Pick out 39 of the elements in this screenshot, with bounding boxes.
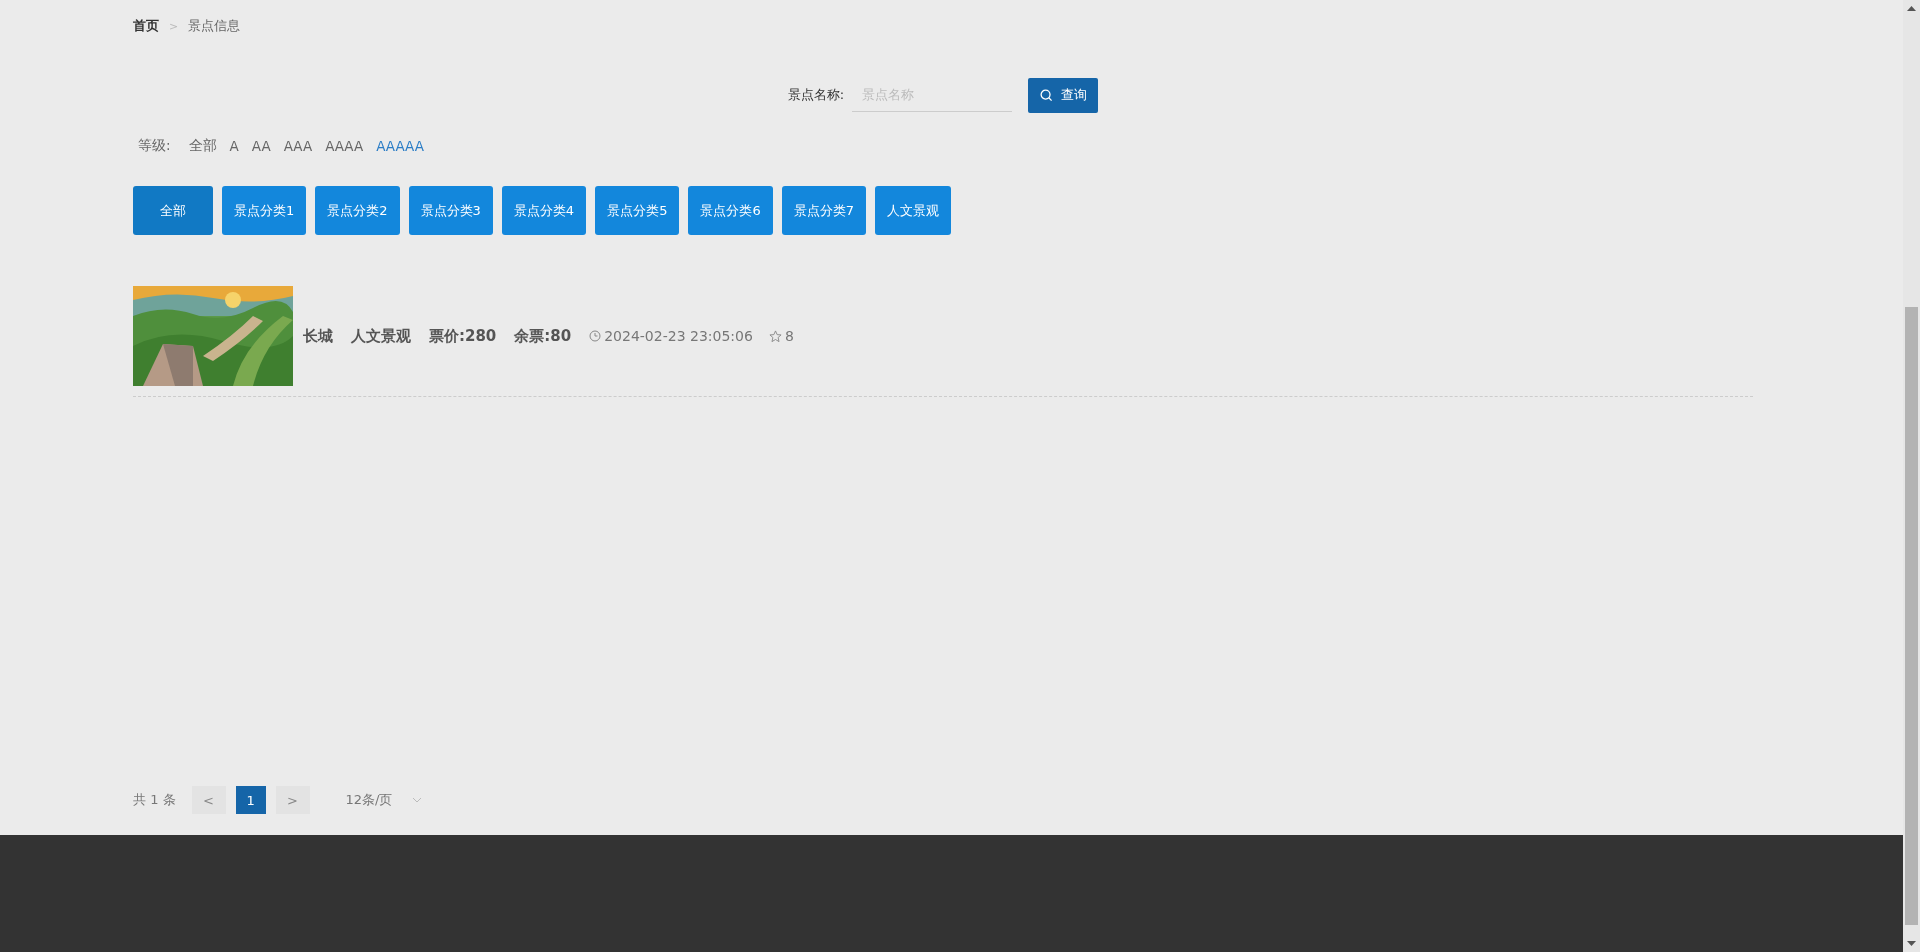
scroll-down-icon[interactable] [1907, 941, 1916, 946]
item-price: 票价:280 [429, 326, 497, 346]
scroll-up-icon[interactable] [1907, 6, 1916, 11]
category-button[interactable]: 全部 [133, 186, 213, 235]
category-button[interactable]: 景点分类2 [315, 186, 400, 235]
level-option[interactable]: AAA [283, 138, 313, 154]
category-button[interactable]: 景点分类5 [595, 186, 680, 235]
category-button[interactable]: 景点分类6 [688, 186, 773, 235]
level-option[interactable]: AAAAA [376, 138, 424, 154]
level-option[interactable]: A [229, 138, 239, 154]
page-button[interactable]: 1 [235, 786, 266, 814]
clock-icon [589, 330, 602, 342]
prev-page-button[interactable]: < [191, 786, 226, 814]
category-button[interactable]: 人文景观 [874, 186, 951, 235]
level-option[interactable]: AAAA [325, 138, 364, 154]
category-button[interactable]: 景点分类7 [781, 186, 866, 235]
level-option[interactable]: AA [251, 138, 271, 154]
search-icon [1039, 88, 1053, 102]
item-time: 2024-02-23 23:05:06 [604, 328, 753, 344]
item-name[interactable]: 长城 [303, 326, 333, 346]
item-remaining: 余票:80 [514, 326, 572, 346]
breadcrumb-link[interactable]: 首页 [133, 17, 159, 35]
next-page-button[interactable]: > [275, 786, 310, 814]
chevron-down-icon [412, 797, 423, 803]
total-count: 共 1 条 [133, 791, 176, 809]
scroll-thumb[interactable] [1905, 307, 1918, 925]
favorite-count: 8 [784, 328, 794, 344]
level-option[interactable]: 全部 [188, 137, 217, 155]
category-button[interactable]: 景点分类3 [408, 186, 493, 235]
breadcrumb-separator: > [169, 19, 179, 33]
search-button[interactable]: 查询 [1028, 77, 1099, 113]
search-label: 景点名称: [787, 86, 845, 104]
category-button[interactable]: 景点分类4 [501, 186, 587, 235]
scrollbar[interactable] [1903, 0, 1920, 952]
category-button[interactable]: 景点分类1 [222, 186, 307, 235]
item-category: 人文景观 [351, 326, 411, 346]
star-icon [768, 329, 782, 343]
level-label: 等级: [138, 137, 171, 155]
page-size-select[interactable]: 12条/页 [339, 790, 429, 810]
